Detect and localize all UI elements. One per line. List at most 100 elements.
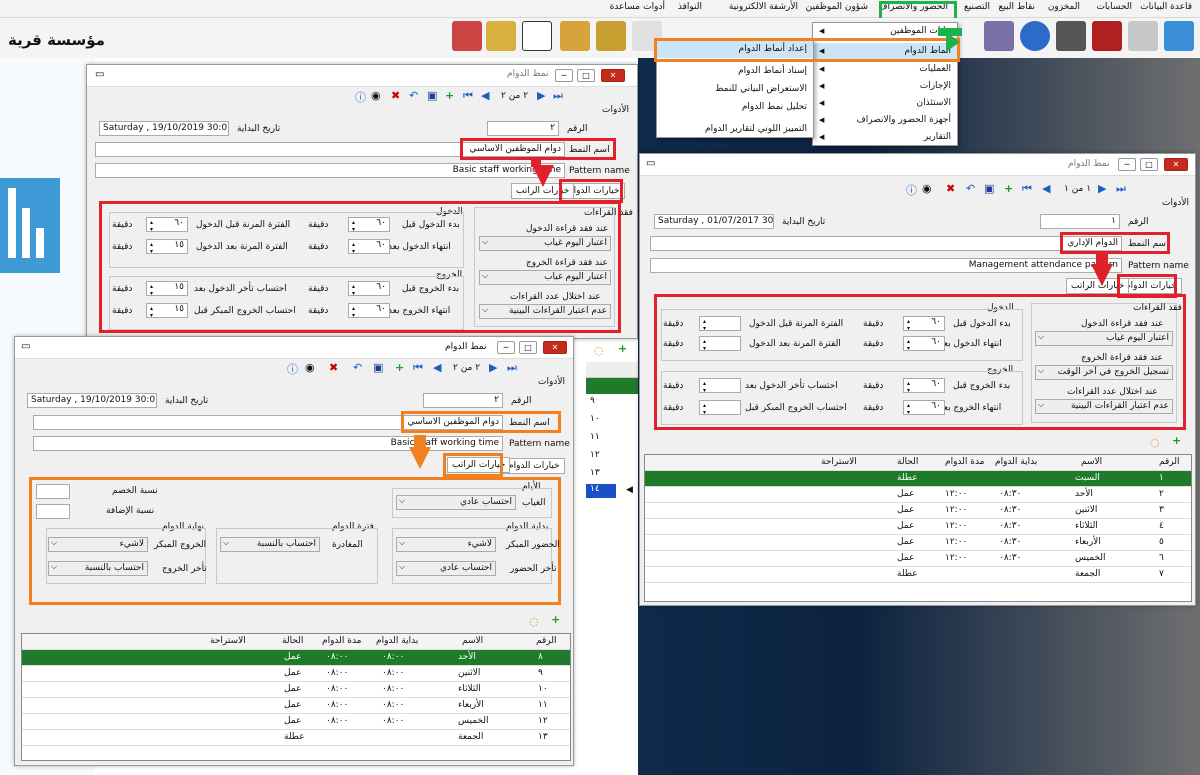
settings-icon[interactable] xyxy=(1020,21,1050,51)
lost-count-select[interactable]: عدم اعتبار القراءات البينية xyxy=(1035,399,1173,414)
add-icon[interactable]: + xyxy=(445,89,454,102)
menu-accounts[interactable]: الحسابات xyxy=(1096,2,1132,12)
id-field[interactable]: ٢ xyxy=(487,121,559,136)
box-add-icon[interactable] xyxy=(596,21,626,51)
pattern-name-en-field[interactable]: Basic staff working time xyxy=(33,436,503,451)
refresh-icon[interactable]: ◌ xyxy=(1150,436,1160,449)
table-row[interactable]: ٢ الأحد ٠٨:٣٠ ١٢:٠٠ عمل xyxy=(645,487,1191,503)
menu-item-reports[interactable]: التقارير xyxy=(813,129,957,146)
menu-pos[interactable]: نقاط البيع xyxy=(999,2,1035,12)
file-icon[interactable] xyxy=(1164,21,1194,51)
table-row[interactable]: ٧ الجمعة عطلة xyxy=(645,567,1191,583)
info-icon[interactable]: ⓘ xyxy=(355,89,366,105)
tag-icon[interactable] xyxy=(486,21,516,51)
leave-select[interactable]: احتساب بالنسبة xyxy=(220,537,320,552)
refresh-icon[interactable]: ◌ xyxy=(529,615,539,628)
maximize-button[interactable]: □ xyxy=(1140,158,1158,171)
first-record-icon[interactable]: ⏮ xyxy=(413,361,423,375)
info-icon[interactable]: ⓘ xyxy=(287,361,298,377)
table-row[interactable]: ١٣ الجمعة عطلة xyxy=(22,730,570,746)
table-row[interactable]: ٤ الثلاثاء ٠٨:٣٠ ١٢:٠٠ عمل xyxy=(645,519,1191,535)
next-record-icon[interactable]: ▶ xyxy=(537,89,545,102)
last-record-icon[interactable]: ⏭ xyxy=(553,89,563,103)
flex-before-spin[interactable]: ٦٠ xyxy=(146,217,188,233)
close-button[interactable]: ✕ xyxy=(543,341,567,354)
menu-windows[interactable]: النوافذ xyxy=(678,2,702,12)
flex-before-spin[interactable] xyxy=(699,316,741,332)
save-icon[interactable]: ▣ xyxy=(373,361,383,374)
add-row-icon[interactable]: + xyxy=(1172,434,1181,447)
early-out-select[interactable]: لاشيء xyxy=(48,537,148,552)
users-icon[interactable] xyxy=(1056,21,1086,51)
table-row[interactable]: ٥ الأربعاء ٠٨:٣٠ ١٢:٠٠ عمل xyxy=(645,535,1191,551)
menu-help[interactable]: مساعدة xyxy=(610,2,640,12)
box-icon[interactable] xyxy=(560,21,590,51)
last-record-icon[interactable]: ⏭ xyxy=(507,361,517,375)
table-row[interactable]: ٨ الأحد ٠٨:٠٠ ٠٨:٠٠ عمل xyxy=(22,650,570,666)
menu-archive[interactable]: الأرشفة الالكترونية xyxy=(729,2,798,12)
early-out-spin[interactable]: ١٥ xyxy=(146,303,188,319)
early-att-select[interactable]: لاشيء xyxy=(396,537,496,552)
lost-in-select[interactable]: اعتبار اليوم غياب xyxy=(479,236,611,251)
tab-shift-options[interactable]: خيارات الدوام xyxy=(503,458,565,474)
out-end-spin[interactable]: ٦٠ xyxy=(903,400,945,416)
delete-icon[interactable]: ✖ xyxy=(329,361,338,374)
id-field[interactable]: ٢ xyxy=(423,393,503,408)
grid-id-cell-selected[interactable]: ١٤ xyxy=(586,484,616,498)
lost-count-select[interactable]: عدم اعتبار القراءات البينية xyxy=(479,304,611,319)
delete-icon[interactable]: ✖ xyxy=(391,89,400,102)
prev-record-icon[interactable]: ◀ xyxy=(433,361,441,374)
view-icon[interactable]: ◉ xyxy=(305,361,315,374)
lost-out-select[interactable]: اعتبار اليوم غياب xyxy=(479,270,611,285)
menu-inventory[interactable]: المخزون xyxy=(1048,2,1080,12)
undo-icon[interactable]: ↶ xyxy=(966,182,975,195)
menu-item-assign-patterns[interactable]: إسناد أنماط الدوام xyxy=(657,63,813,80)
close-button[interactable]: ✕ xyxy=(1164,158,1188,171)
flex-after-spin[interactable] xyxy=(699,336,741,352)
menu-item-operations[interactable]: العمليات xyxy=(813,61,957,78)
last-record-icon[interactable]: ⏭ xyxy=(1116,182,1126,196)
out-start-spin[interactable]: ٦٠ xyxy=(903,378,945,394)
addition-field[interactable] xyxy=(36,504,70,519)
table-row[interactable]: ٦ الخميس ٠٨:٣٠ ١٢:٠٠ عمل xyxy=(645,551,1191,567)
minimize-button[interactable]: ─ xyxy=(1118,158,1136,171)
first-record-icon[interactable]: ⏮ xyxy=(463,89,473,103)
first-record-icon[interactable]: ⏮ xyxy=(1022,182,1032,196)
start-date-field[interactable]: Saturday , 19/10/2019 30:0 xyxy=(27,393,157,408)
chat-icon[interactable] xyxy=(984,21,1014,51)
maximize-button[interactable]: □ xyxy=(577,69,595,82)
menu-item-permissions[interactable]: الاستئذان xyxy=(813,95,957,112)
close-button[interactable]: ✕ xyxy=(601,69,625,82)
menu-tools[interactable]: أدوات xyxy=(643,2,665,12)
lost-in-select[interactable]: اعتبار اليوم غياب xyxy=(1035,331,1173,346)
barcode-icon[interactable] xyxy=(522,21,552,51)
late-out-select[interactable]: احتساب بالنسبة xyxy=(48,561,148,576)
pattern-name-en-field[interactable]: Management attendance pattern xyxy=(650,258,1122,273)
out-start-spin[interactable]: ٦٠ xyxy=(348,281,390,297)
prev-record-icon[interactable]: ◀ xyxy=(481,89,489,102)
in-start-spin[interactable]: ٦٠ xyxy=(903,316,945,332)
refresh-icon[interactable]: ◌ xyxy=(594,344,604,357)
table-row[interactable]: ٩ الاثنين ٠٨:٠٠ ٠٨:٠٠ عمل xyxy=(22,666,570,682)
add-row-icon[interactable]: + xyxy=(618,342,627,355)
next-record-icon[interactable]: ▶ xyxy=(489,361,497,374)
view-icon[interactable]: ◉ xyxy=(371,89,381,102)
pattern-name-en-field[interactable]: Basic staff working time xyxy=(95,163,565,178)
out-end-spin[interactable]: ٦٠ xyxy=(348,303,390,319)
menu-item-pattern-chart[interactable]: الاستعراض البياني للنمط xyxy=(657,81,813,98)
table-row[interactable]: ١ السبت عطلة xyxy=(645,471,1191,487)
menu-item-devices[interactable]: أجهزة الحضور والانصراف xyxy=(813,112,957,129)
save-icon[interactable]: ▣ xyxy=(984,182,994,195)
menu-item-pattern-analysis[interactable]: تحليل نمط الدوام xyxy=(657,99,813,116)
database-icon[interactable] xyxy=(1128,21,1158,51)
maximize-button[interactable]: □ xyxy=(519,341,537,354)
in-end-spin[interactable]: ٦٠ xyxy=(348,239,390,255)
late-att-select[interactable]: احتساب عادي xyxy=(396,561,496,576)
db-delete-icon[interactable] xyxy=(1092,21,1122,51)
absence-select[interactable]: احتساب عادي xyxy=(396,495,516,510)
in-end-spin[interactable]: ٦٠ xyxy=(903,336,945,352)
menu-item-color-coding[interactable]: التمييز اللوني لتقارير الدوام xyxy=(657,121,813,138)
delete-icon[interactable]: ✖ xyxy=(946,182,955,195)
in-start-spin[interactable]: ٦٠ xyxy=(348,217,390,233)
add-icon[interactable]: + xyxy=(395,361,404,374)
